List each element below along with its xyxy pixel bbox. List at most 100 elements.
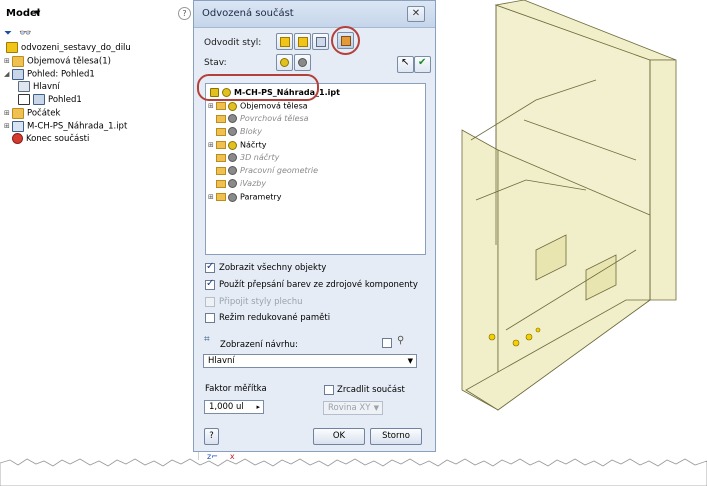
checkmark-icon: ✔ — [418, 57, 427, 68]
browser-header: Model ▼ ? — [0, 0, 198, 24]
dialog-titlebar[interactable]: Odvozená součást ✕ — [194, 1, 435, 28]
tree-node[interactable]: Povrchová tělesa — [216, 113, 309, 125]
solid-body-icon — [12, 55, 24, 67]
help-button[interactable]: ? — [204, 428, 219, 445]
show-all-objects-label: Zobrazit všechny objekty — [219, 263, 327, 273]
tree-item-origin[interactable]: ⊞ Počátek — [4, 107, 60, 119]
expand-icon[interactable]: ⊞ — [4, 120, 12, 132]
select-button[interactable]: ↖ — [397, 56, 414, 73]
style-single-solid-button[interactable] — [276, 33, 293, 50]
mirror-plane-select[interactable]: Rovina XY ▼ — [323, 401, 383, 415]
tree-item-end[interactable]: Konec součásti — [12, 133, 89, 145]
state-exclude-button[interactable] — [294, 54, 311, 71]
highlight-ring — [331, 26, 360, 55]
chevron-down-icon[interactable]: ▼ — [35, 9, 40, 17]
use-color-override-label: Použít přepsání barev ze zdrojové kompon… — [219, 280, 418, 290]
expand-icon[interactable]: ⊞ — [4, 55, 12, 67]
include-icon — [228, 101, 237, 111]
link-sheet-metal-checkbox[interactable] — [205, 297, 215, 307]
model-browser: Model ▼ ? ⏷ 👓 odvozeni_sestavy_do_dilu ⊞… — [0, 0, 199, 460]
tree-node-label: Pracovní geometrie — [240, 166, 319, 175]
tree-node-label: Bloky — [240, 127, 262, 136]
tree-node[interactable]: 3D náčrty — [216, 152, 279, 164]
design-view-select[interactable]: Hlavní ▼ — [203, 354, 417, 368]
tree-node[interactable]: Bloky — [216, 126, 262, 138]
tree-node-label: Náčrty — [240, 140, 267, 150]
close-button[interactable]: ✕ — [407, 6, 425, 22]
tree-node[interactable]: iVazby — [216, 178, 266, 190]
folder-icon — [216, 141, 226, 149]
tree-item-label: Pohled: Pohled1 — [27, 69, 95, 80]
help-icon: ? — [209, 431, 214, 441]
folder-icon — [216, 102, 226, 110]
tree-item-view[interactable]: ◢ Pohled: Pohled1 — [4, 68, 95, 80]
view-icon — [33, 94, 45, 105]
folder-icon — [216, 166, 226, 175]
tree-item-part[interactable]: odvozeni_sestavy_do_dilu — [6, 42, 131, 54]
link-icon[interactable]: ⚲ — [397, 335, 404, 346]
tree-item-solid-bodies[interactable]: ⊞ Objemová tělesa(1) — [4, 55, 111, 67]
exclude-icon — [228, 114, 237, 123]
tree-item-main[interactable]: Hlavní — [18, 81, 60, 93]
tree-item-label: Hlavní — [33, 82, 60, 92]
collapse-icon[interactable]: ◢ — [4, 68, 12, 80]
style-surface-button[interactable] — [312, 33, 329, 50]
solid-seams-icon — [298, 37, 308, 47]
exclude-icon — [228, 127, 237, 136]
apply-button[interactable]: ✔ — [414, 56, 431, 73]
include-icon — [228, 140, 237, 150]
reduced-memory-checkbox[interactable] — [205, 313, 215, 323]
dialog-title: Odvozená součást — [202, 8, 294, 19]
expand-icon[interactable]: ⊞ — [208, 100, 216, 112]
tree-item-label: Počátek — [27, 108, 61, 119]
exclude-icon — [228, 179, 237, 188]
folder-icon — [216, 153, 226, 162]
help-icon[interactable]: ? — [178, 7, 191, 20]
use-color-override-checkbox[interactable] — [205, 278, 215, 290]
style-keep-seams-button[interactable] — [294, 33, 311, 50]
cursor-icon: ↖ — [401, 57, 410, 68]
tree-item-label: M-CH-PS_Náhrada_1.ipt — [27, 121, 128, 132]
design-view-link-checkbox[interactable] — [382, 338, 392, 348]
expand-icon[interactable]: ⊞ — [4, 107, 12, 119]
derived-part-icon — [12, 120, 24, 132]
include-icon — [280, 58, 289, 67]
folder-icon — [12, 107, 24, 119]
mirror-part-checkbox[interactable] — [324, 385, 334, 395]
binoculars-icon[interactable]: 👓 — [19, 28, 31, 39]
tree-item-view1[interactable]: Pohled1 — [18, 94, 82, 106]
sheet-metal-model — [461, 0, 677, 411]
link-sheet-metal-label: Připojit styly plechu — [219, 297, 303, 307]
surface-icon — [316, 37, 326, 47]
tree-node-label: Povrchová tělesa — [240, 114, 309, 123]
expand-icon[interactable]: ⊞ — [208, 139, 216, 151]
ok-button[interactable]: OK — [313, 428, 365, 445]
show-all-objects-checkbox[interactable] — [205, 261, 215, 273]
exclude-icon — [228, 192, 237, 202]
ok-button-label: OK — [332, 431, 346, 441]
checkbox-icon[interactable] — [18, 94, 30, 105]
torn-edge — [0, 458, 707, 486]
tree-node[interactable]: ⊞ Parametry — [208, 191, 281, 203]
design-view-icon: ⌗ — [204, 334, 210, 345]
tree-node-label: Parametry — [240, 192, 282, 202]
tree-item-derived[interactable]: ⊞ M-CH-PS_Náhrada_1.ipt — [4, 120, 127, 132]
cancel-button[interactable]: Storno — [370, 428, 422, 445]
design-view-value: Hlavní — [208, 356, 235, 366]
cancel-button-label: Storno — [382, 431, 410, 441]
expand-icon[interactable]: ⊞ — [208, 191, 216, 203]
tree-node[interactable]: Pracovní geometrie — [216, 165, 318, 177]
tree-node[interactable]: ⊞ Objemová tělesa — [208, 100, 308, 112]
exclude-icon — [228, 153, 237, 162]
model-viewport[interactable]: x z — [436, 0, 707, 470]
exclude-icon — [228, 166, 237, 175]
component-tree[interactable]: M-CH-PS_Náhrada_1.ipt ⊞ Objemová tělesa P… — [205, 83, 426, 255]
scale-factor-input[interactable]: 1,000 ul ▸ — [204, 400, 264, 414]
state-include-button[interactable] — [276, 54, 293, 71]
state-label: Stav: — [204, 58, 227, 68]
end-of-part-icon — [12, 133, 23, 144]
folder-icon — [216, 114, 226, 123]
tree-node[interactable]: ⊞ Náčrty — [208, 139, 266, 151]
tree-item-label: Objemová tělesa(1) — [27, 56, 111, 67]
filter-icon[interactable]: ⏷ — [4, 28, 12, 39]
